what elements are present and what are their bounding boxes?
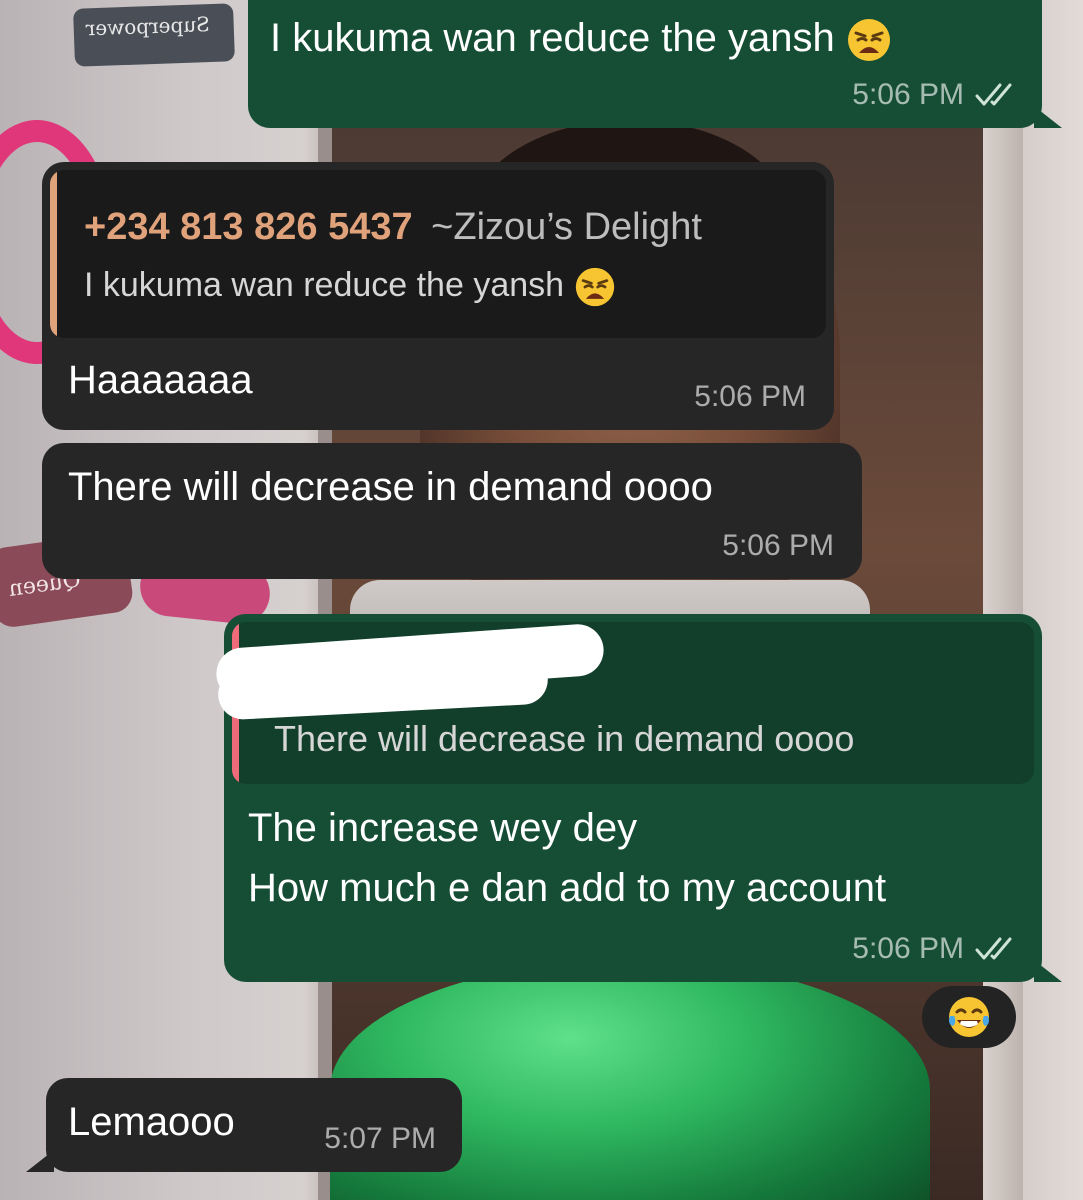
read-receipt-ticks-icon bbox=[974, 936, 1020, 962]
quote-body: I kukuma wan reduce the yansh bbox=[84, 266, 565, 304]
message-text-line-2: How much e dan add to my account bbox=[248, 866, 887, 910]
message-timestamp: 5:06 PM bbox=[852, 932, 964, 965]
message-text-line-1: The increase wey dey bbox=[248, 806, 638, 850]
quote-text: I kukuma wan reduce the yansh bbox=[84, 266, 616, 308]
weary-face-emoji-icon bbox=[847, 19, 890, 62]
message-meta: 5:06 PM bbox=[852, 78, 1020, 112]
message-text: There will decrease in demand oooo bbox=[68, 465, 713, 509]
message-meta: 5:06 PM bbox=[722, 529, 834, 563]
quote-accent-bar bbox=[50, 170, 57, 338]
message-timestamp: 5:06 PM bbox=[852, 78, 964, 111]
message-bubble-incoming[interactable]: +234 813 826 5437 ~Zizou’s Delight I kuk… bbox=[42, 162, 834, 430]
message-bubble-incoming[interactable]: Lemaooo 5:07 PM bbox=[46, 1078, 462, 1172]
weary-face-emoji-icon bbox=[575, 267, 614, 307]
message-text: Haaaaaaa bbox=[68, 358, 253, 402]
message-meta: 5:07 PM bbox=[324, 1122, 436, 1156]
quote-author-alias: ~Zizou’s Delight bbox=[431, 206, 702, 248]
message-bubble-outgoing[interactable]: There will decrease in demand oooo The i… bbox=[214, 614, 1042, 982]
message-meta: 5:06 PM bbox=[852, 932, 1020, 966]
message-reaction[interactable] bbox=[922, 986, 1016, 1048]
tears-of-joy-emoji-icon bbox=[949, 997, 989, 1037]
read-receipt-ticks-icon bbox=[974, 82, 1020, 108]
message-body: I kukuma wan reduce the yansh bbox=[270, 16, 835, 60]
message-text: I kukuma wan reduce the yansh bbox=[270, 8, 892, 68]
message-timestamp: 5:07 PM bbox=[324, 1122, 436, 1155]
message-timestamp: 5:06 PM bbox=[722, 529, 834, 562]
quote-author: +234 813 826 5437 ~Zizou’s Delight bbox=[84, 206, 702, 249]
message-bubble-incoming[interactable]: There will decrease in demand oooo 5:06 … bbox=[42, 443, 862, 579]
message-meta: 5:06 PM bbox=[694, 380, 806, 414]
sticker-text: Superpower bbox=[85, 12, 211, 41]
quote-text: There will decrease in demand oooo bbox=[274, 718, 855, 759]
wallpaper-sticker-superpower: Superpower bbox=[73, 3, 235, 67]
quoted-message[interactable]: +234 813 826 5437 ~Zizou’s Delight I kuk… bbox=[50, 170, 826, 338]
message-bubble-outgoing[interactable]: I kukuma wan reduce the yansh 5:06 PM bbox=[248, 0, 1042, 128]
message-timestamp: 5:06 PM bbox=[694, 380, 806, 413]
message-text: Lemaooo bbox=[68, 1100, 235, 1144]
quote-author-number: +234 813 826 5437 bbox=[84, 206, 413, 248]
